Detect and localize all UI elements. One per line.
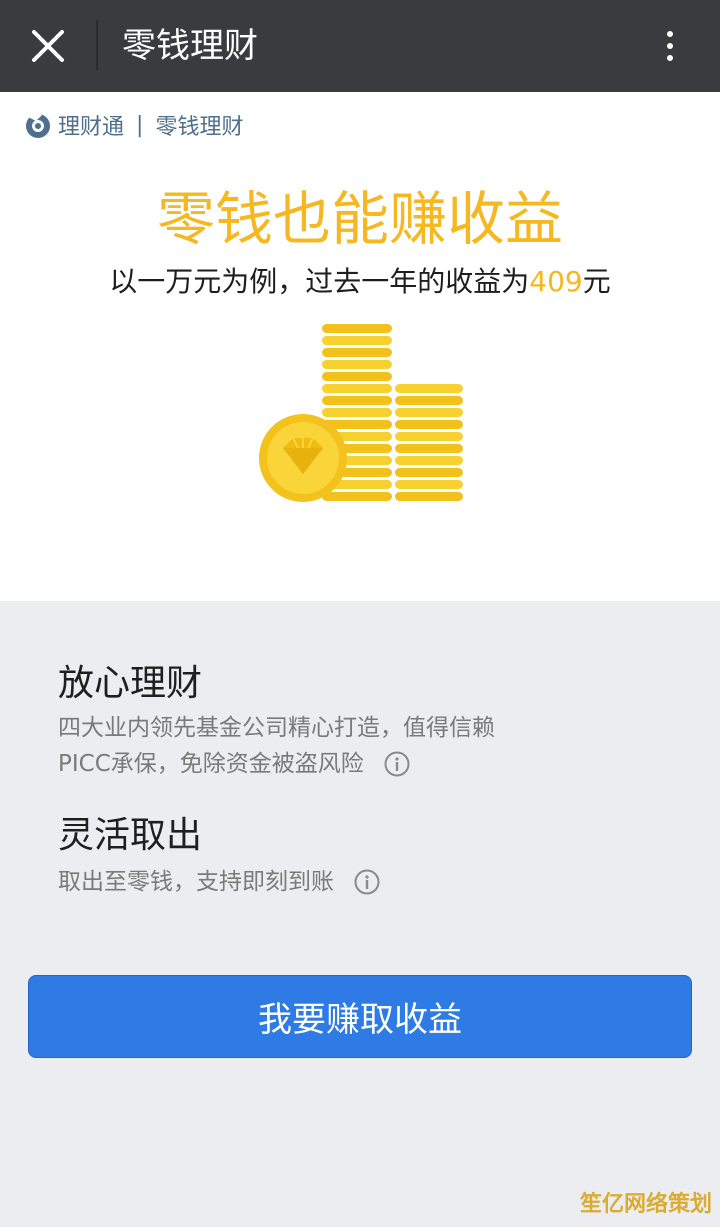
licaitong-logo-icon: [26, 113, 50, 138]
hero-section: 理财通 | 零钱理财 零钱也能赚收益 以一万元为例，过去一年的收益为409元: [0, 92, 720, 601]
coin: [322, 384, 392, 393]
info-icon[interactable]: [354, 869, 380, 895]
coin: [322, 492, 392, 501]
watermark: 笙亿网络策划: [579, 1192, 712, 1217]
feature-desc-line: 取出至零钱，支持即刻到账: [58, 866, 380, 898]
feature-desc-line: PICC承保，免除资金被盗风险: [58, 748, 410, 780]
coin: [395, 420, 463, 429]
close-button[interactable]: [18, 16, 78, 76]
coin: [322, 336, 392, 345]
coin: [322, 348, 392, 357]
coin: [322, 408, 392, 417]
coin: [322, 372, 392, 381]
feature-desc-text: PICC承保，免除资金被盗风险: [58, 751, 364, 777]
coin: [395, 456, 463, 465]
hero-subline: 以一万元为例，过去一年的收益为409元: [0, 262, 720, 302]
coin: [395, 396, 463, 405]
feature-title-safe: 放心理财: [58, 663, 203, 704]
coin: [322, 324, 392, 333]
feature-desc-line: 四大业内领先基金公司精心打造，值得信赖: [58, 715, 495, 741]
title-bar: 零钱理财: [0, 0, 720, 92]
coin: [395, 432, 463, 441]
coin: [395, 444, 463, 453]
feature-title-flexible: 灵活取出: [58, 815, 203, 856]
coin: [322, 396, 392, 405]
coin: [395, 384, 463, 393]
close-icon: [32, 30, 64, 62]
page: 零钱理财 理财通 | 零钱理财 零钱也能赚收益 以一万元为例，过去一年的收益为4…: [0, 0, 720, 1227]
brand-section: 零钱理财: [155, 115, 244, 140]
info-icon[interactable]: [384, 751, 410, 777]
coin: [395, 480, 463, 489]
title-divider: [96, 20, 98, 70]
short-coin-stack: [395, 384, 463, 501]
more-vertical-icon: [667, 31, 673, 37]
diamond-coin-icon: [259, 414, 347, 502]
coin-stack-illustration: [259, 324, 463, 502]
hero-headline: 零钱也能赚收益: [156, 185, 563, 253]
coin: [395, 492, 463, 501]
brand-breadcrumb: 理财通 | 零钱理财: [24, 110, 243, 140]
coin: [395, 468, 463, 477]
more-menu-button[interactable]: [640, 16, 700, 76]
page-title: 零钱理财: [122, 26, 258, 66]
coin: [395, 408, 463, 417]
brand-separator: |: [136, 112, 144, 138]
feature-desc-text: 取出至零钱，支持即刻到账: [58, 869, 334, 895]
earnings-amount: 409: [529, 265, 583, 298]
subline-suffix: 元: [582, 265, 611, 298]
brand-name[interactable]: 理财通: [58, 109, 124, 141]
coin: [322, 360, 392, 369]
subline-prefix: 以一万元为例，过去一年的收益为: [109, 265, 530, 298]
earn-returns-button[interactable]: 我要赚取收益: [28, 975, 692, 1058]
